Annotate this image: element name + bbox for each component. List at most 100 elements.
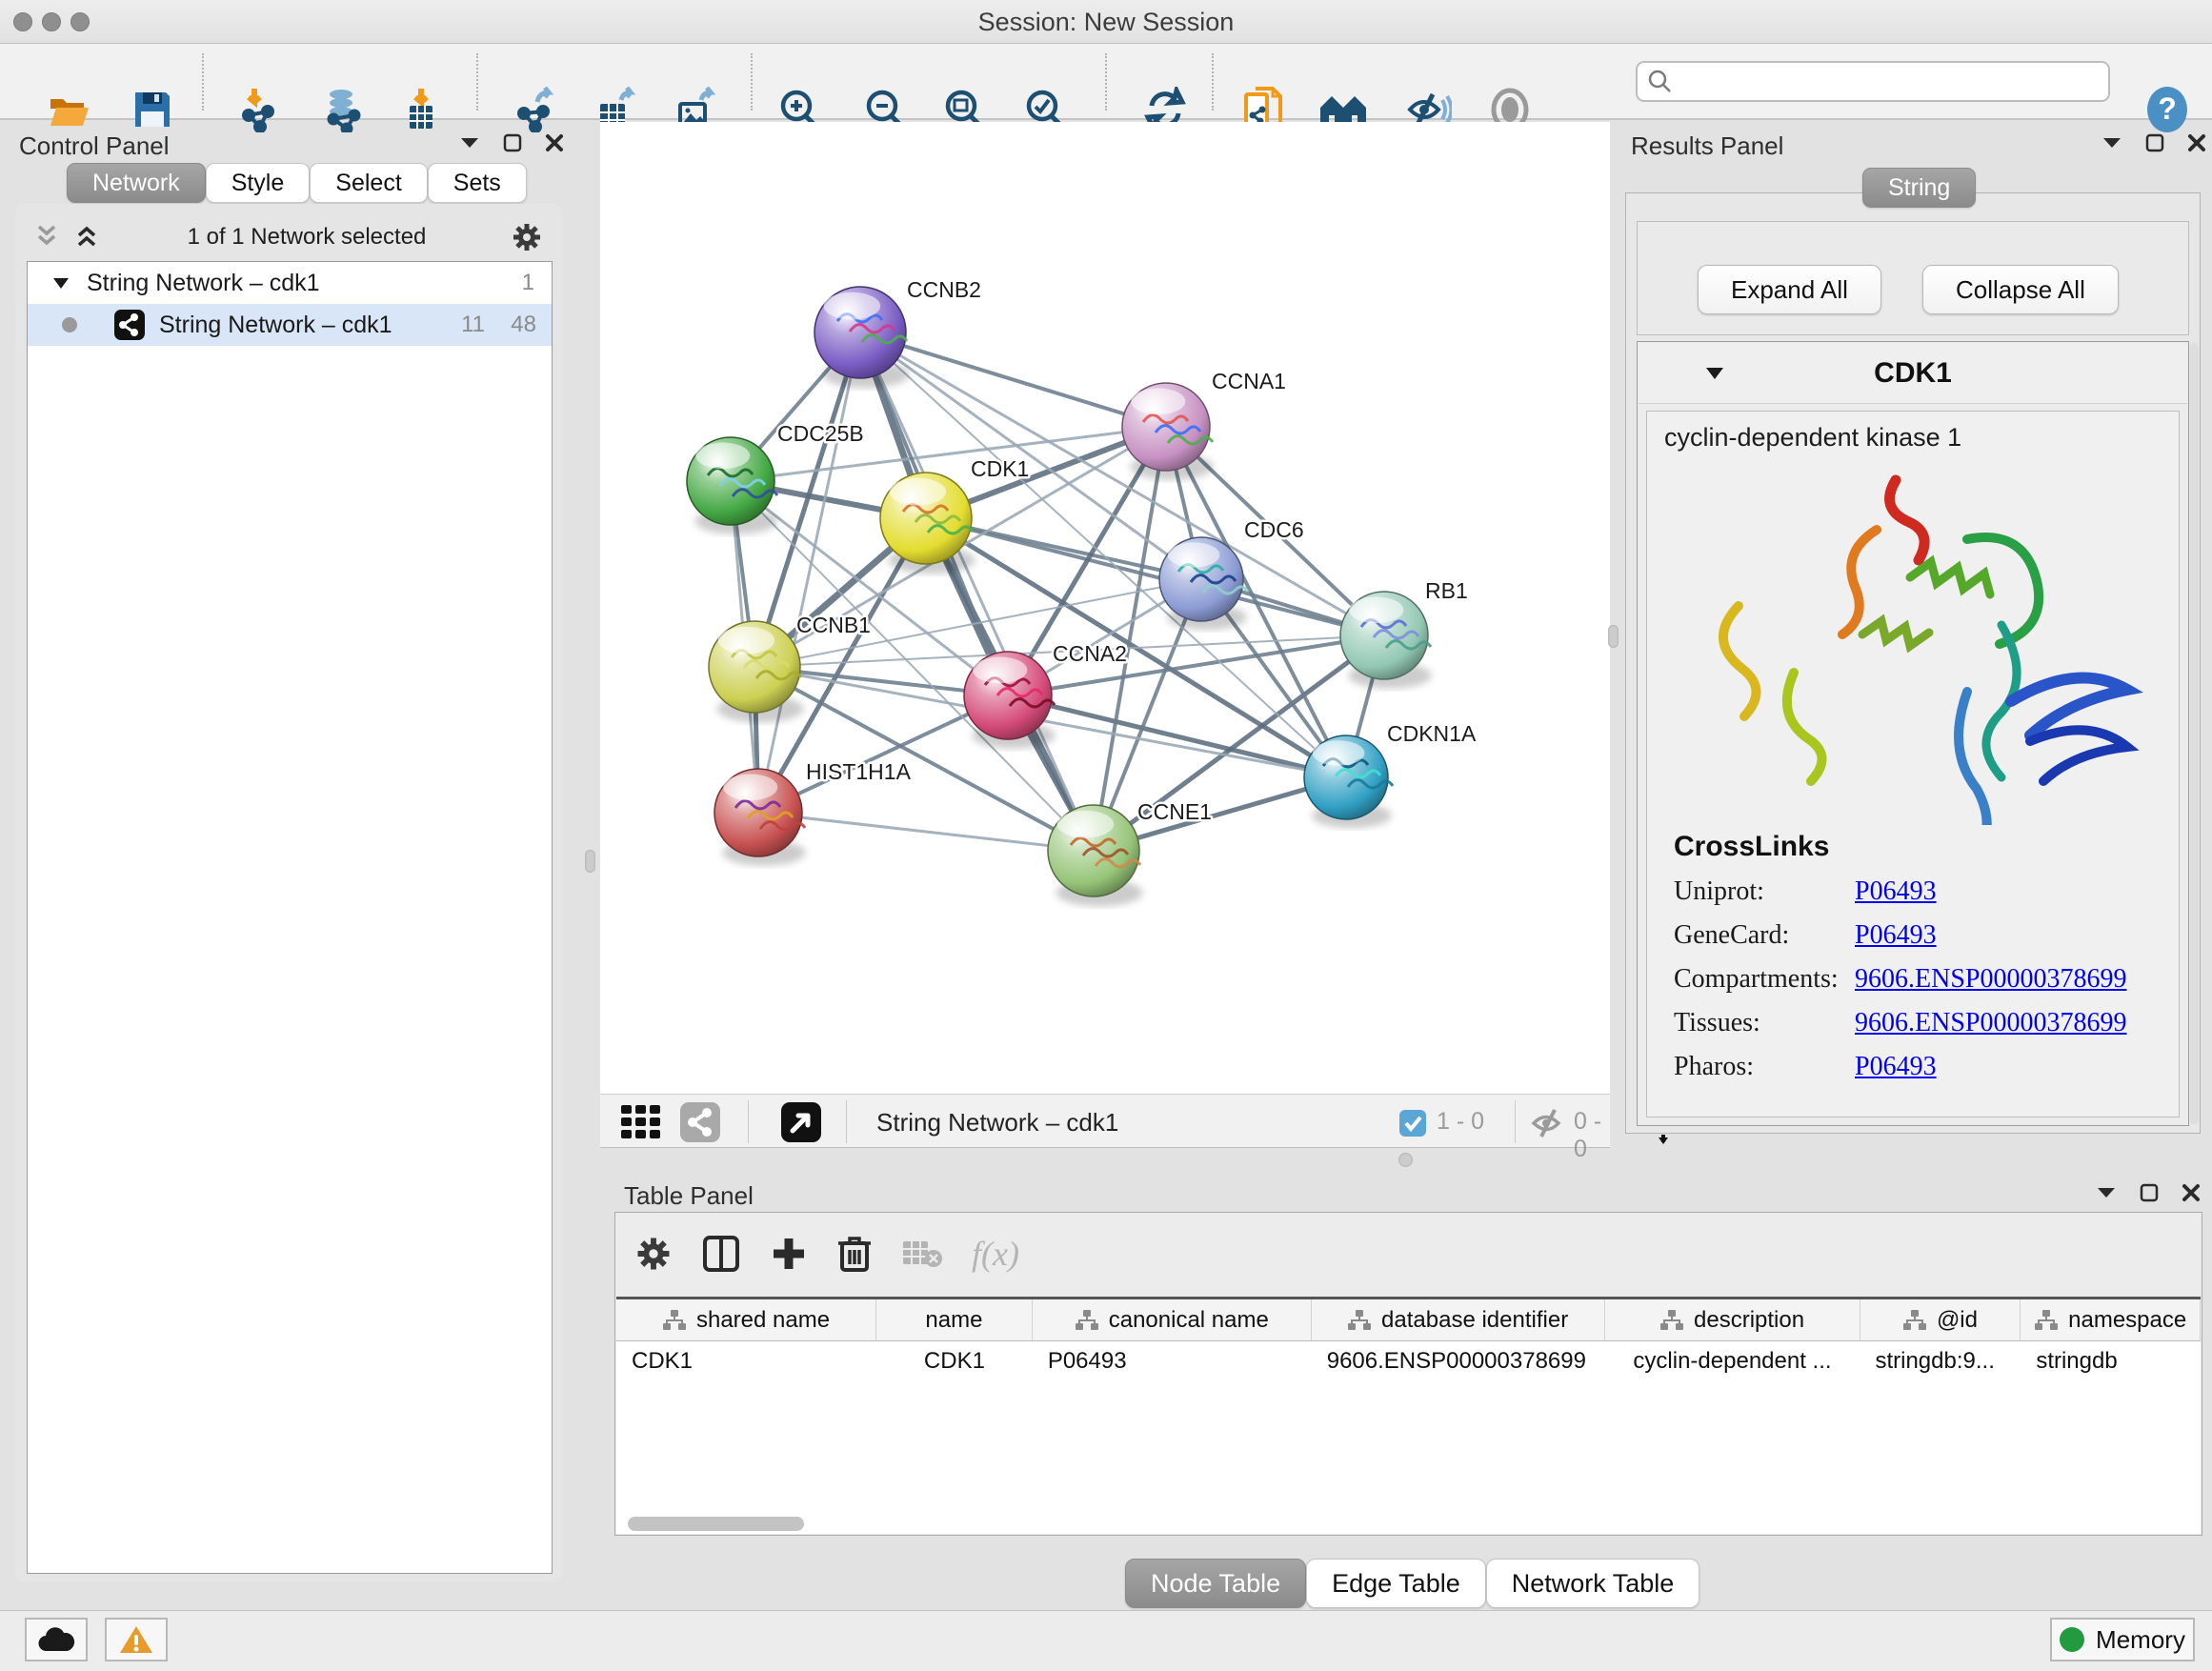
cell-description[interactable]: cyclin-dependent ... xyxy=(1605,1341,1860,1381)
network-node-CCNB2[interactable] xyxy=(814,287,910,388)
collection-count: 1 xyxy=(522,270,534,296)
column-header-shared-name[interactable]: shared name xyxy=(616,1299,876,1340)
network-options-gear-icon[interactable] xyxy=(511,221,543,253)
create-column-plus-icon[interactable] xyxy=(770,1235,808,1273)
control-panel-float-icon[interactable] xyxy=(503,133,522,152)
network-node-CDC6[interactable] xyxy=(1159,537,1248,630)
network-node-CCNA1[interactable] xyxy=(1122,383,1214,480)
control-panel-menu-icon[interactable] xyxy=(459,136,480,150)
tab-select[interactable]: Select xyxy=(310,163,427,203)
crosslink-label: Uniprot: xyxy=(1674,876,1855,907)
results-panel-close-icon[interactable] xyxy=(2187,133,2206,152)
crosslink-label: Compartments: xyxy=(1674,964,1855,995)
network-node-CCNA2[interactable] xyxy=(964,652,1056,749)
network-share-view-icon[interactable] xyxy=(680,1102,720,1142)
network-node-CCNE1[interactable] xyxy=(1048,805,1143,906)
network-node-RB1[interactable] xyxy=(1340,592,1432,689)
network-collection-row[interactable]: String Network – cdk1 1 xyxy=(28,262,552,304)
cell-name[interactable]: CDK1 xyxy=(876,1341,1033,1381)
hidden-eye-icon xyxy=(1530,1108,1568,1138)
cell-canonical-name[interactable]: P06493 xyxy=(1033,1341,1312,1381)
horizontal-splitter-handle[interactable] xyxy=(1398,1153,1413,1167)
gene-entry-header[interactable]: CDK1 xyxy=(1639,343,2187,404)
table-panel-close-icon[interactable] xyxy=(2182,1183,2201,1202)
clear-table-icon[interactable] xyxy=(901,1238,943,1270)
grid-view-icon[interactable] xyxy=(621,1105,667,1139)
results-panel-float-icon[interactable] xyxy=(2145,133,2164,152)
column-header-description[interactable]: description xyxy=(1605,1299,1860,1340)
string-network-graph[interactable]: CCNB2CCNA1CDC25BCDK1CDC6RB1CCNB1CCNA2CDK… xyxy=(600,122,1610,1094)
network-node-CDKN1A[interactable] xyxy=(1304,735,1393,828)
node-label-CCNB2: CCNB2 xyxy=(907,277,981,302)
current-network-title: String Network – cdk1 xyxy=(876,1108,1118,1137)
crosslinks-section: CrossLinks Uniprot:P06493GeneCard:P06493… xyxy=(1674,831,2126,1082)
collapse-all-button[interactable]: Collapse All xyxy=(1922,265,2119,314)
results-panel-menu-icon[interactable] xyxy=(2101,136,2122,150)
tab-edge-table[interactable]: Edge Table xyxy=(1306,1559,1486,1608)
tab-node-table[interactable]: Node Table xyxy=(1125,1559,1306,1608)
cell-namespace[interactable]: stringdb xyxy=(2021,1341,2201,1381)
table-panel-body: f(x) shared namenamecanonical namedataba… xyxy=(614,1212,2202,1536)
network-node-CCNB1[interactable] xyxy=(709,621,804,722)
gene-collapse-icon[interactable] xyxy=(1705,367,1724,380)
table-panel-float-icon[interactable] xyxy=(2140,1183,2159,1202)
collection-expander-icon[interactable] xyxy=(52,277,70,290)
expand-all-button[interactable]: Expand All xyxy=(1698,265,1881,314)
column-header-namespace[interactable]: namespace xyxy=(2021,1299,2201,1340)
network-node-HIST1H1A[interactable] xyxy=(714,769,806,866)
network-row[interactable]: String Network – cdk1 11 48 xyxy=(28,304,552,346)
cell-shared-name[interactable]: CDK1 xyxy=(616,1341,876,1381)
help-button[interactable]: ? xyxy=(2142,84,2193,135)
warnings-button[interactable] xyxy=(105,1618,168,1661)
import-table-file-button[interactable] xyxy=(395,84,447,135)
crosslink-link[interactable]: P06493 xyxy=(1855,1052,1937,1082)
tab-string[interactable]: String xyxy=(1862,168,1976,208)
hidden-counts: 0 - 0 xyxy=(1574,1108,1610,1163)
cell-database-identifier[interactable]: 9606.ENSP00000378699 xyxy=(1312,1341,1605,1381)
birds-eye-view-icon[interactable] xyxy=(781,1102,821,1142)
column-header-canonical-name[interactable]: canonical name xyxy=(1033,1299,1312,1340)
crosslink-row: Pharos:P06493 xyxy=(1674,1052,2126,1082)
tab-network[interactable]: Network xyxy=(67,163,206,203)
results-scrollbar[interactable] xyxy=(2190,343,2199,1124)
cell-@id[interactable]: stringdb:9... xyxy=(1860,1341,2021,1381)
open-session-button[interactable] xyxy=(43,84,94,135)
table-horizontal-scrollbar[interactable] xyxy=(628,1517,804,1531)
network-edge-count: 48 xyxy=(511,312,536,338)
crosslink-label: Pharos: xyxy=(1674,1052,1855,1082)
memory-button[interactable]: Memory xyxy=(2050,1618,2195,1661)
vertical-splitter-handle[interactable] xyxy=(585,850,595,873)
crosslink-link[interactable]: P06493 xyxy=(1855,876,1937,907)
delete-column-trash-icon[interactable] xyxy=(836,1234,873,1274)
save-session-button[interactable] xyxy=(127,84,178,135)
export-network-button[interactable] xyxy=(510,84,561,135)
tab-sets[interactable]: Sets xyxy=(428,163,527,203)
import-database-icon xyxy=(320,87,366,132)
import-network-database-button[interactable] xyxy=(317,84,369,135)
import-network-file-button[interactable] xyxy=(232,84,284,135)
column-header-database-identifier[interactable]: database identifier xyxy=(1312,1299,1605,1340)
column-header-@id[interactable]: @id xyxy=(1860,1299,2021,1340)
search-input[interactable] xyxy=(1636,61,2110,102)
table-settings-gear-icon[interactable] xyxy=(634,1235,673,1273)
crosslink-link[interactable]: P06493 xyxy=(1855,920,1937,951)
column-header-name[interactable]: name xyxy=(876,1299,1033,1340)
crosslink-link[interactable]: 9606.ENSP00000378699 xyxy=(1855,964,2126,995)
collapse-all-networks-icon[interactable] xyxy=(34,225,63,250)
control-panel-close-icon[interactable] xyxy=(545,133,564,152)
results-splitter-handle[interactable] xyxy=(1608,625,1619,648)
function-builder-icon[interactable]: f(x) xyxy=(972,1234,1019,1274)
tab-network-table[interactable]: Network Table xyxy=(1486,1559,1700,1608)
control-panel-tabs: NetworkStyleSelectSets xyxy=(67,163,527,203)
table-row[interactable]: CDK1CDK1P064939606.ENSP00000378699cyclin… xyxy=(616,1341,2201,1381)
node-table[interactable]: shared namenamecanonical namedatabase id… xyxy=(616,1297,2201,1534)
show-columns-icon[interactable] xyxy=(701,1234,741,1274)
table-panel-menu-icon[interactable] xyxy=(2096,1186,2117,1199)
tab-style[interactable]: Style xyxy=(206,163,311,203)
network-node-CDK1[interactable] xyxy=(880,473,975,574)
network-node-CDC25B[interactable] xyxy=(687,437,778,534)
crosslink-link[interactable]: 9606.ENSP00000378699 xyxy=(1855,1008,2126,1038)
network-canvas[interactable]: CCNB2CCNA1CDC25BCDK1CDC6RB1CCNB1CCNA2CDK… xyxy=(600,122,1610,1094)
expand-all-networks-icon[interactable] xyxy=(74,225,103,250)
cloud-status-button[interactable] xyxy=(25,1618,88,1661)
